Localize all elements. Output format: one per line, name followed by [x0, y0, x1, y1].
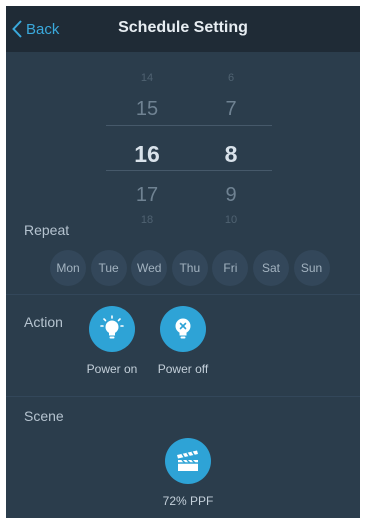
- day-sat[interactable]: Sat: [252, 250, 289, 286]
- day-wed[interactable]: Wed: [131, 250, 168, 286]
- section-divider: [6, 294, 360, 295]
- picker-bottom-divider: [106, 170, 272, 171]
- scene-label: Scene: [24, 408, 64, 424]
- power-on-button[interactable]: Power on: [77, 306, 147, 376]
- repeat-days: Mon Tue Wed Thu Fri Sat Sun: [50, 250, 334, 286]
- power-off-button[interactable]: Power off: [148, 306, 218, 376]
- day-mon[interactable]: Mon: [50, 250, 86, 286]
- page-title: Schedule Setting: [118, 19, 248, 36]
- power-off-label: Power off: [157, 362, 209, 376]
- repeat-label: Repeat: [24, 222, 70, 238]
- clapperboard-icon: [177, 450, 198, 471]
- minute-option[interactable]: 6: [201, 72, 261, 84]
- minute-option[interactable]: 7: [201, 98, 261, 121]
- section-divider: [6, 396, 360, 397]
- scene-circle[interactable]: [165, 438, 211, 484]
- picker-top-divider: [106, 125, 272, 126]
- power-on-circle[interactable]: [89, 306, 135, 352]
- hour-option[interactable]: 15: [117, 98, 177, 121]
- power-on-label: Power on: [86, 362, 138, 376]
- minute-selected[interactable]: 8: [201, 141, 261, 168]
- day-thu[interactable]: Thu: [171, 250, 208, 286]
- lightbulb-off-icon: [175, 318, 191, 339]
- minute-option[interactable]: 10: [201, 214, 261, 226]
- day-sun[interactable]: Sun: [293, 250, 330, 286]
- hour-selected[interactable]: 16: [117, 141, 177, 168]
- hour-option[interactable]: 17: [117, 184, 177, 207]
- navigation-bar: Back Schedule Setting: [6, 6, 360, 52]
- lightbulb-on-icon: [100, 315, 124, 339]
- scene-item-label: 72% PPF: [162, 494, 214, 508]
- minute-option[interactable]: 9: [201, 184, 261, 207]
- hour-option[interactable]: 14: [117, 72, 177, 84]
- app-screen: Back Schedule Setting 14 15 16 17 18 6 7…: [6, 6, 360, 518]
- scene-button[interactable]: 72% PPF: [153, 438, 223, 508]
- hour-option[interactable]: 18: [117, 214, 177, 226]
- time-picker[interactable]: 14 15 16 17 18 6 7 8 9 10: [6, 52, 360, 226]
- power-off-circle[interactable]: [160, 306, 206, 352]
- action-label: Action: [24, 314, 63, 330]
- day-tue[interactable]: Tue: [90, 250, 127, 286]
- day-fri[interactable]: Fri: [212, 250, 249, 286]
